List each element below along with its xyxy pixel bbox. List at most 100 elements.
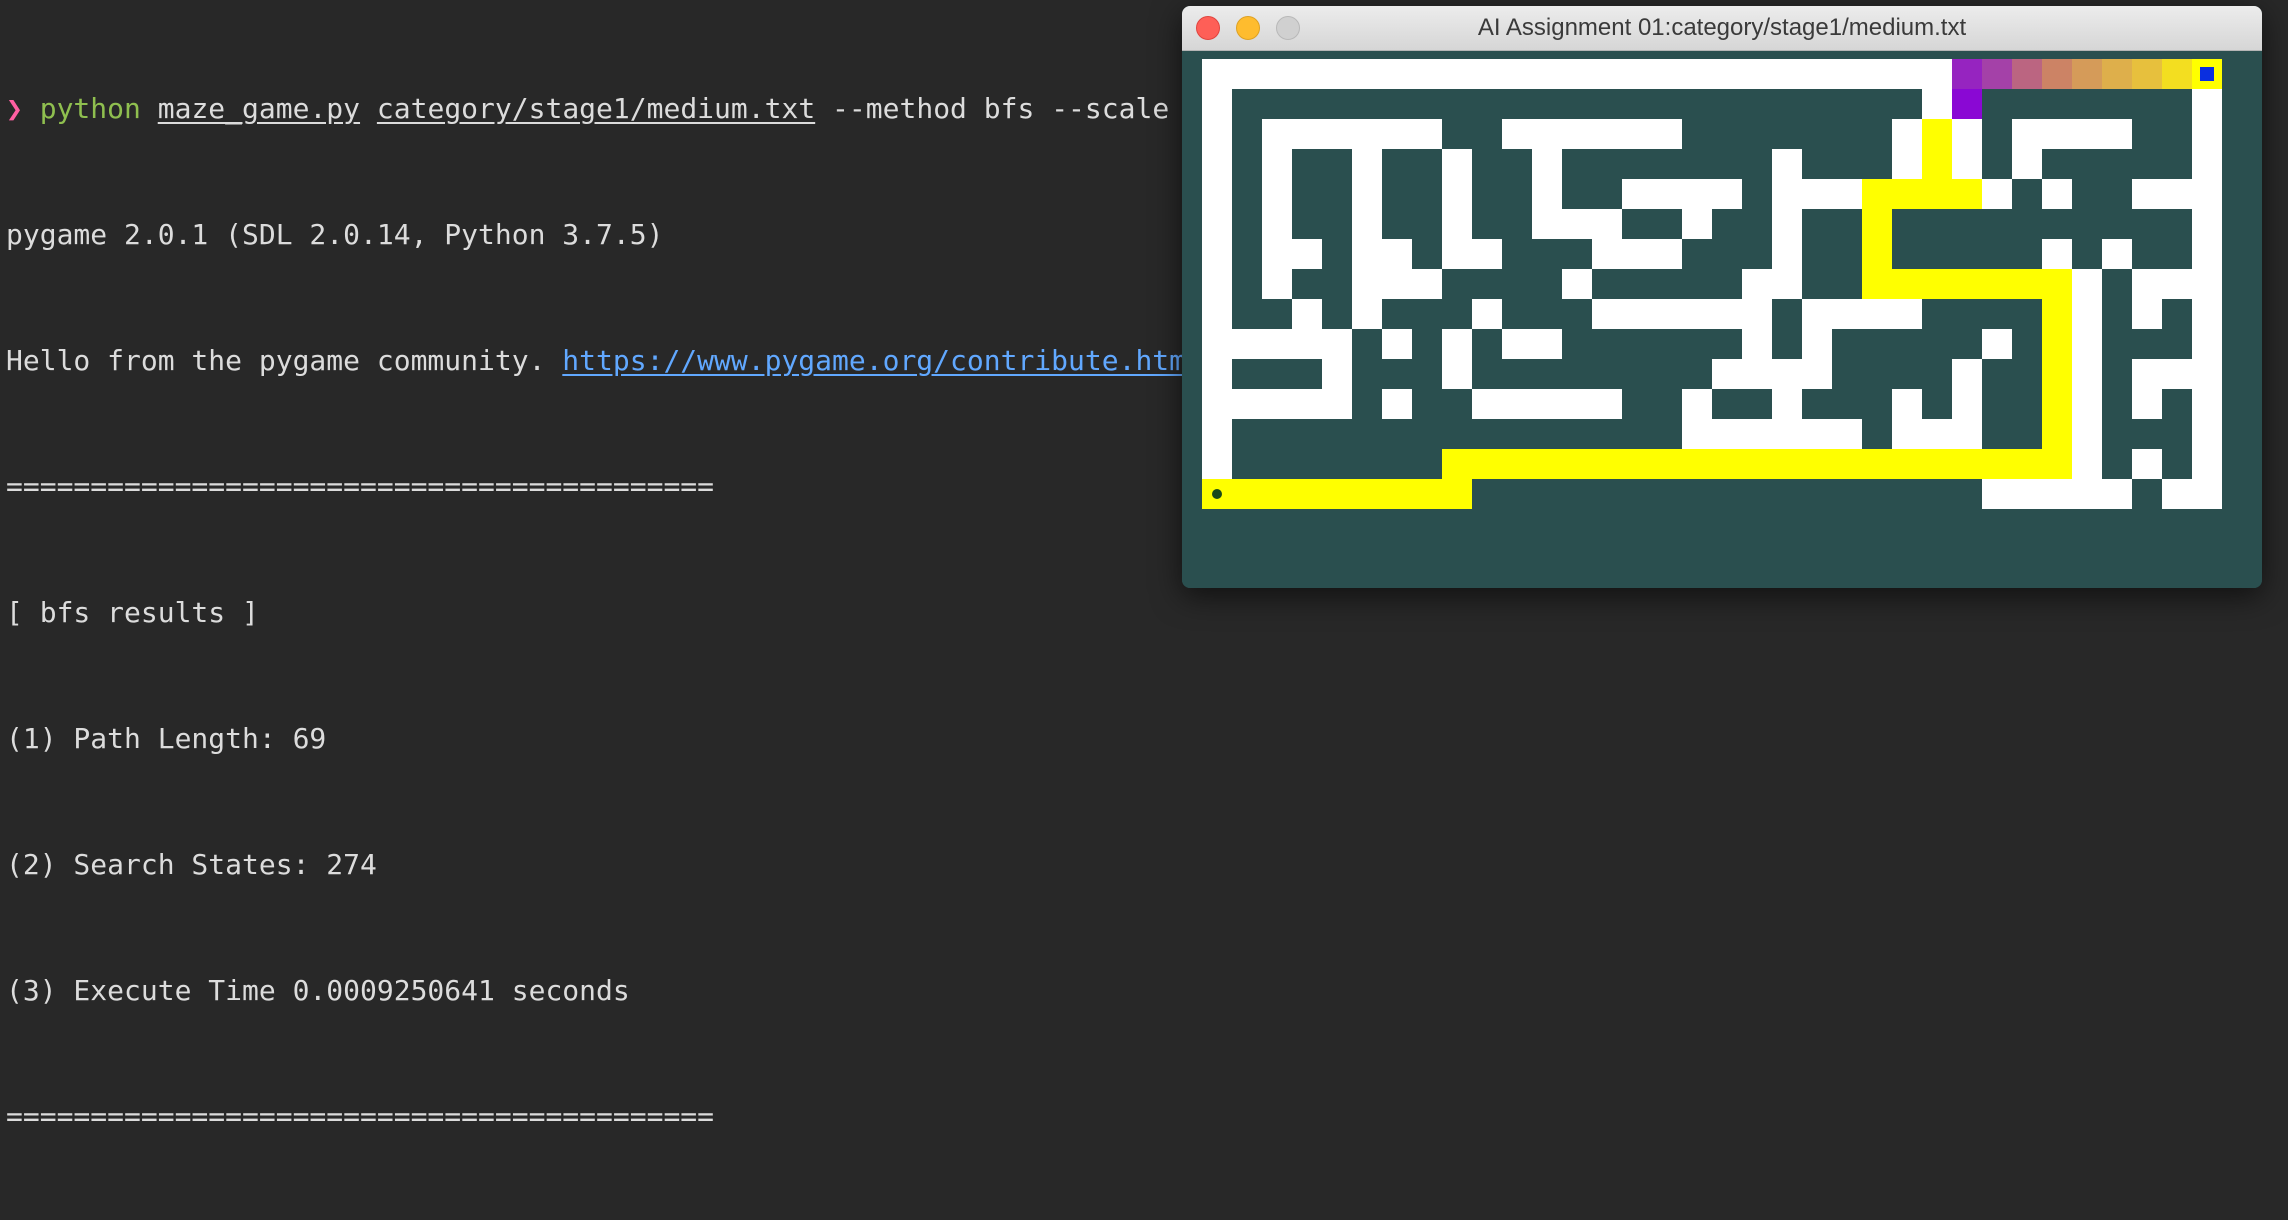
maze-wall-cell (1202, 449, 1232, 479)
maze-wall-cell (1832, 419, 1862, 449)
maze-path-cell (1442, 479, 1472, 509)
maze-path-cell (2102, 59, 2132, 89)
maze-path-cell (2012, 269, 2042, 299)
maze-wall-cell (1682, 179, 1712, 209)
maze-wall-cell (2132, 179, 2162, 209)
command-map-path: category/stage1/medium.txt (376, 92, 816, 125)
maze-wall-cell (1832, 179, 1862, 209)
maze-wall-cell (2162, 359, 2192, 389)
maze-path-cell (1922, 449, 1952, 479)
maze-wall-cell (1712, 419, 1742, 449)
maze-wall-cell (1742, 269, 1772, 299)
hello-text: Hello from the pygame community. (6, 344, 563, 377)
maze-wall-cell (2192, 329, 2222, 359)
maze-wall-cell (2162, 269, 2192, 299)
maze-wall-cell (1652, 179, 1682, 209)
maze-wall-cell (1232, 59, 1262, 89)
pygame-contribute-link[interactable]: https://www.pygame.org/contribute.html (562, 344, 1203, 377)
maze-wall-cell (1322, 389, 1352, 419)
maze-path-cell (2072, 59, 2102, 89)
maze-wall-cell (2042, 179, 2072, 209)
maze-path-cell (1922, 269, 1952, 299)
maze-wall-cell (1472, 389, 1502, 419)
maze-path-cell (1802, 449, 1832, 479)
maze-wall-cell (1202, 239, 1232, 269)
maze-path-cell (1892, 179, 1922, 209)
maze-wall-cell (1412, 59, 1442, 89)
maze-wall-cell (1562, 119, 1592, 149)
hello-line: Hello from the pygame community. https:/… (6, 340, 1203, 382)
maze-wall-cell (1742, 359, 1772, 389)
maze-wall-cell (1202, 299, 1232, 329)
maze-path-cell (1262, 479, 1292, 509)
command-program: python (39, 92, 141, 125)
maze-wall-cell (1682, 299, 1712, 329)
maze-wall-cell (1202, 419, 1232, 449)
maze-wall-cell (1232, 329, 1262, 359)
maze-path-cell (1952, 59, 1982, 89)
maze-wall-cell (2012, 119, 2042, 149)
maze-wall-cell (1292, 299, 1322, 329)
maze-wall-cell (1262, 239, 1292, 269)
maze-wall-cell (1682, 59, 1712, 89)
maze-wall-cell (2192, 89, 2222, 119)
maze-wall-cell (2072, 329, 2102, 359)
maze-path-cell (1832, 449, 1862, 479)
maze-wall-cell (1772, 389, 1802, 419)
maze-path-cell (1652, 449, 1682, 479)
maze-wall-cell (2072, 119, 2102, 149)
maze-wall-cell (1472, 239, 1502, 269)
maze-path-cell (1892, 449, 1922, 479)
window-titlebar[interactable]: AI Assignment 01:category/stage1/medium.… (1182, 6, 2262, 51)
maze-wall-cell (1322, 59, 1352, 89)
maze-wall-cell (1382, 59, 1412, 89)
maze-wall-cell (1532, 329, 1562, 359)
maze-wall-cell (1802, 299, 1832, 329)
maze-path-cell (1922, 179, 1952, 209)
maze-path-cell (1982, 59, 2012, 89)
maze-wall-cell (1262, 59, 1292, 89)
maze-path-cell (1232, 479, 1262, 509)
maze-path-cell (1592, 449, 1622, 479)
maze-wall-cell (1232, 389, 1262, 419)
maze-wall-cell (2012, 479, 2042, 509)
maze-wall-cell (1352, 119, 1382, 149)
maze-wall-cell (1892, 119, 1922, 149)
maze-wall-cell (1352, 299, 1382, 329)
maze-wall-cell (2102, 239, 2132, 269)
maze-path-cell (1412, 479, 1442, 509)
maze-wall-cell (1262, 329, 1292, 359)
maze-wall-cell (1802, 59, 1832, 89)
maze-wall-cell (1202, 389, 1232, 419)
maze-wall-cell (1262, 149, 1292, 179)
maze-path-cell (1292, 479, 1322, 509)
maze-wall-cell (1772, 269, 1802, 299)
maze-path-cell (2162, 59, 2192, 89)
maze-wall-cell (1442, 209, 1472, 239)
maze-wall-cell (1262, 119, 1292, 149)
maze-wall-cell (1202, 359, 1232, 389)
maze-wall-cell (1202, 89, 1232, 119)
maze-wall-cell (1472, 59, 1502, 89)
maze-path-cell (2042, 299, 2072, 329)
window-title: AI Assignment 01:category/stage1/medium.… (1477, 14, 1967, 41)
terminal[interactable]: ❯ python maze_game.py category/stage1/me… (0, 0, 1220, 1133)
maze-path-cell (1892, 269, 1922, 299)
maze-wall-cell (1772, 239, 1802, 269)
maze-window[interactable]: AI Assignment 01:category/stage1/medium.… (1182, 6, 2262, 588)
maze-wall-cell (1352, 149, 1382, 179)
maze-wall-cell (1742, 59, 1772, 89)
maze-path-cell (1952, 179, 1982, 209)
maze-wall-cell (2102, 119, 2132, 149)
maze-wall-cell (1892, 389, 1922, 419)
maze-wall-cell (1502, 389, 1532, 419)
maze-wall-cell (1562, 209, 1592, 239)
maze-wall-cell (1292, 239, 1322, 269)
maze-wall-cell (1922, 89, 1952, 119)
maze-wall-cell (1772, 179, 1802, 209)
maze-wall-cell (1322, 119, 1352, 149)
maze-wall-cell (1952, 359, 1982, 389)
command-args: --method bfs --scale 15 (832, 92, 1220, 125)
start-marker (2200, 67, 2214, 81)
maze-wall-cell (1982, 179, 2012, 209)
